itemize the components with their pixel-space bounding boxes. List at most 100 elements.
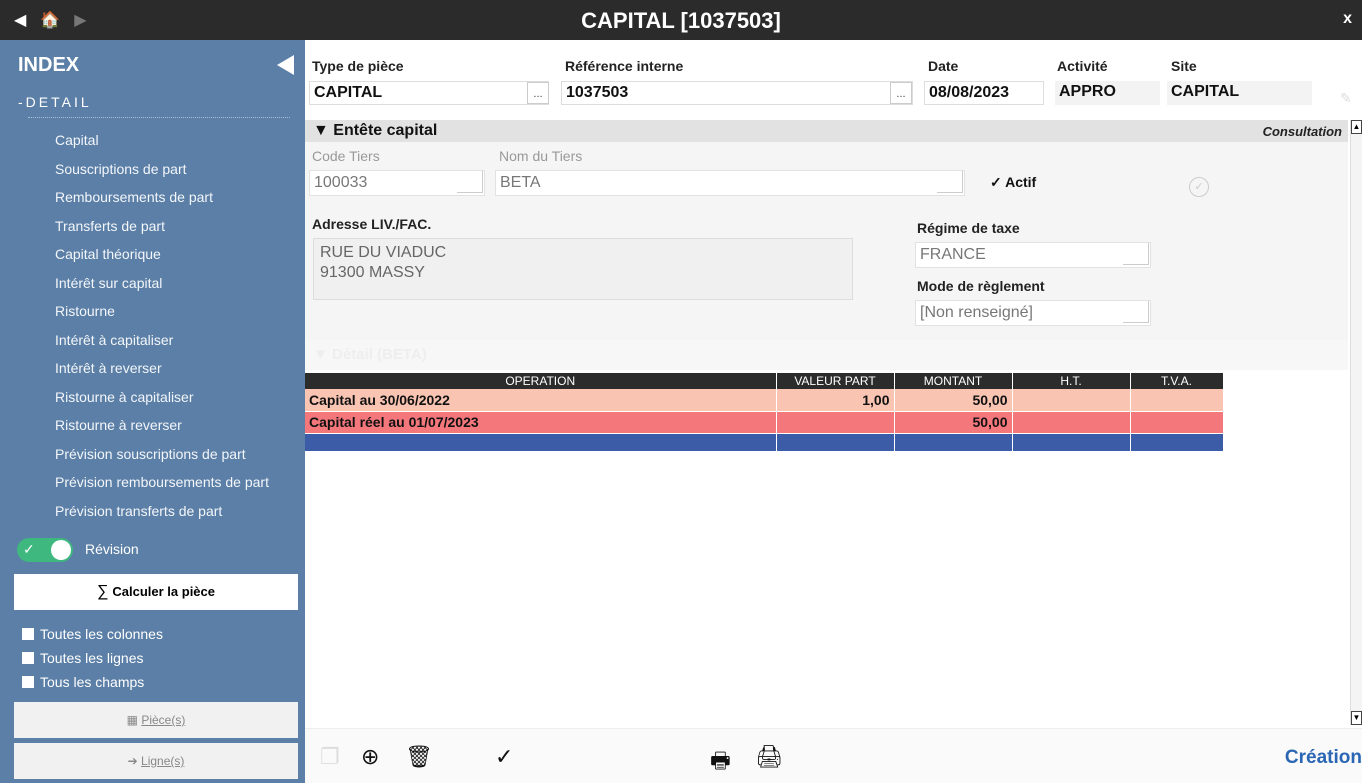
detail-table: OPERATION VALEUR PART MONTANT H.T. T.V.A…: [305, 373, 1224, 452]
type-piece-field[interactable]: CAPITAL: [309, 81, 549, 105]
sidebar-item-souscriptions[interactable]: Souscriptions de part: [55, 155, 269, 184]
table-row[interactable]: Capital réel au 01/07/2023 50,00: [305, 411, 1224, 434]
cell-operation[interactable]: Capital réel au 01/07/2023: [305, 411, 777, 434]
check-icon: ✓: [23, 541, 35, 557]
nom-tiers-lookup-button[interactable]: [937, 171, 963, 193]
checkbox-all-columns[interactable]: Toutes les colonnes: [22, 622, 163, 646]
cell-empty[interactable]: [776, 433, 895, 452]
checkbox-label: Toutes les lignes: [40, 650, 144, 666]
sidebar-item-interet-reverser[interactable]: Intérêt à reverser: [55, 354, 269, 383]
validate-document-icon[interactable]: ✓: [495, 744, 513, 770]
revision-toggle[interactable]: ✓: [17, 538, 73, 562]
site-label: Site: [1171, 58, 1197, 74]
cell-valeur-part[interactable]: [776, 411, 895, 434]
regime-lookup-button[interactable]: [1123, 243, 1149, 265]
sidebar-item-prevision-transferts[interactable]: Prévision transferts de part: [55, 497, 269, 526]
cell-tva[interactable]: [1130, 411, 1224, 434]
validate-icon[interactable]: ✓: [1189, 177, 1209, 197]
pieces-button[interactable]: ▦ Pièce(s): [14, 702, 298, 738]
sidebar-item-interet-capitaliser[interactable]: Intérêt à capitaliser: [55, 326, 269, 355]
sidebar-item-prevision-remboursements[interactable]: Prévision remboursements de part: [55, 468, 269, 497]
sidebar-item-prevision-souscriptions[interactable]: Prévision souscriptions de part: [55, 440, 269, 469]
edit-icon[interactable]: ✎: [1340, 90, 1352, 107]
cell-tva[interactable]: [1130, 389, 1224, 412]
code-tiers-label: Code Tiers: [312, 148, 380, 164]
nom-tiers-field[interactable]: BETA: [495, 170, 965, 196]
index-title: INDEX: [18, 54, 80, 76]
code-tiers-lookup-button[interactable]: [457, 171, 483, 193]
lignes-label: Ligne(s): [141, 754, 185, 768]
cell-empty[interactable]: [1130, 433, 1224, 452]
checkbox[interactable]: [22, 652, 34, 664]
actif-checkbox[interactable]: ✓ Actif: [990, 174, 1036, 191]
bottom-toolbar: ❐ ⊕ 🗑 ✓ 🖶 🖨 Création: [305, 728, 1362, 783]
reglement-field[interactable]: [Non renseigné]: [915, 300, 1151, 326]
site-field: CAPITAL: [1167, 81, 1312, 105]
sidebar-item-ristourne-capitaliser[interactable]: Ristourne à capitaliser: [55, 383, 269, 412]
vertical-scrollbar[interactable]: ▲ ▼: [1350, 120, 1362, 725]
date-field[interactable]: 08/08/2023: [924, 81, 1044, 105]
column-header-tva[interactable]: T.V.A.: [1130, 373, 1224, 389]
scroll-down-icon[interactable]: ▼: [1351, 711, 1362, 725]
cell-empty[interactable]: [1012, 433, 1131, 452]
column-header-ht[interactable]: H.T.: [1012, 373, 1131, 389]
checkbox-all-lines[interactable]: Toutes les lignes: [22, 646, 163, 670]
type-piece-label: Type de pièce: [312, 58, 404, 74]
entete-section-header[interactable]: ▼ Entête capital Consultation: [305, 120, 1348, 142]
cell-operation[interactable]: Capital au 30/06/2022: [305, 389, 777, 412]
calculate-label: Calculer la pièce: [112, 584, 216, 599]
reference-field[interactable]: 1037503: [561, 81, 913, 105]
cell-ht[interactable]: [1012, 411, 1131, 434]
cell-montant[interactable]: 50,00: [894, 411, 1013, 434]
checkbox[interactable]: [22, 676, 34, 688]
column-header-operation[interactable]: OPERATION: [305, 373, 777, 389]
checkbox-all-fields[interactable]: Tous les champs: [22, 670, 163, 694]
detail-section-title[interactable]: -DETAIL: [18, 94, 92, 110]
cell-montant[interactable]: 50,00: [894, 389, 1013, 412]
adresse-line1: RUE DU VIADUC: [320, 244, 447, 261]
print-export-icon[interactable]: 🖨: [755, 744, 783, 770]
table-row-empty[interactable]: [305, 433, 1224, 452]
close-button[interactable]: x: [1343, 10, 1352, 28]
reference-lookup-button[interactable]: ...: [890, 82, 912, 104]
revision-label: Révision: [85, 541, 139, 557]
window-title: CAPITAL [1037503]: [581, 8, 781, 33]
sidebar-item-ristourne[interactable]: Ristourne: [55, 297, 269, 326]
sidebar-item-capital[interactable]: Capital: [55, 126, 269, 155]
cell-empty[interactable]: [894, 433, 1013, 452]
regime-field[interactable]: FRANCE: [915, 242, 1151, 268]
sidebar-item-transferts[interactable]: Transferts de part: [55, 212, 269, 241]
lignes-button[interactable]: ➔ Ligne(s): [14, 743, 298, 779]
pieces-icon: ▦: [126, 713, 142, 727]
reference-label: Référence interne: [565, 58, 684, 74]
main-content: Type de pièce CAPITAL ... Référence inte…: [305, 40, 1362, 783]
copy-icon[interactable]: ❐: [320, 744, 340, 770]
cell-valeur-part[interactable]: 1,00: [776, 389, 895, 412]
add-icon[interactable]: ⊕: [361, 744, 379, 770]
sidebar-item-remboursements[interactable]: Remboursements de part: [55, 183, 269, 212]
detail-title: ▼ Détail (BETA): [313, 346, 427, 363]
sidebar-item-capital-theorique[interactable]: Capital théorique: [55, 240, 269, 269]
column-header-montant[interactable]: MONTANT: [894, 373, 1013, 389]
calculate-button[interactable]: ∑ Calculer la pièce: [14, 574, 298, 610]
nom-tiers-label: Nom du Tiers: [499, 148, 583, 164]
column-header-valeur-part[interactable]: VALEUR PART: [776, 373, 895, 389]
sidebar-item-interet-capital[interactable]: Intérêt sur capital: [55, 269, 269, 298]
type-piece-lookup-button[interactable]: ...: [527, 82, 549, 104]
sidebar: INDEX -DETAIL Capital Souscriptions de p…: [0, 40, 305, 783]
title-bar: ◀ 🏠 ▶ CAPITAL [1037503] x: [0, 0, 1362, 40]
print-icon[interactable]: 🖶: [710, 744, 731, 782]
cell-ht[interactable]: [1012, 389, 1131, 412]
table-row[interactable]: Capital au 30/06/2022 1,00 50,00: [305, 389, 1224, 412]
reglement-lookup-button[interactable]: [1123, 301, 1149, 323]
collapse-sidebar-icon[interactable]: [277, 55, 294, 75]
trash-icon[interactable]: 🗑: [405, 744, 433, 770]
cell-empty[interactable]: [305, 433, 777, 452]
pieces-label: Pièce(s): [141, 713, 186, 727]
detail-section-header[interactable]: ▼ Détail (BETA): [305, 340, 1348, 370]
checkbox[interactable]: [22, 628, 34, 640]
scroll-up-icon[interactable]: ▲: [1351, 120, 1362, 134]
sidebar-item-ristourne-reverser[interactable]: Ristourne à reverser: [55, 411, 269, 440]
adresse-field: RUE DU VIADUC 91300 MASSY: [313, 238, 853, 300]
adresse-label: Adresse LIV./FAC.: [312, 216, 432, 232]
